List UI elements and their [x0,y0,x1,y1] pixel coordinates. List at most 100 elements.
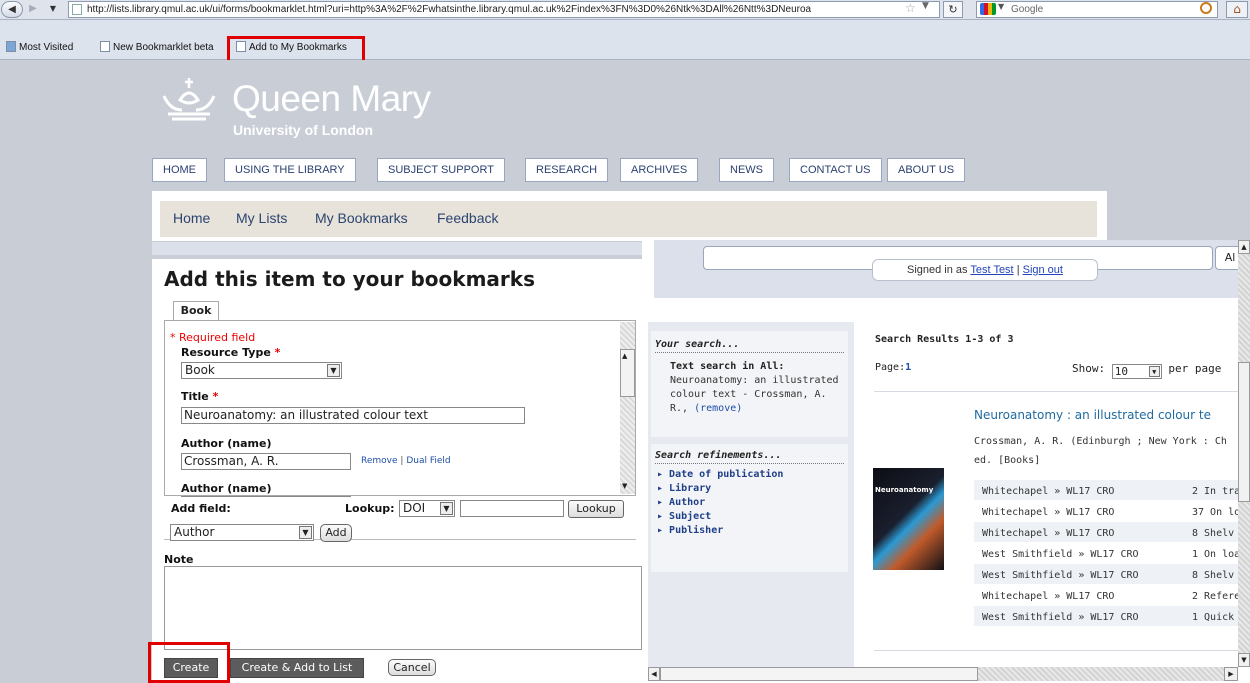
note-textarea[interactable] [164,566,642,650]
book-cover-image[interactable] [873,468,944,570]
scroll-right-arrow-icon[interactable]: ▶ [1224,667,1238,681]
page-size-select[interactable]: 10 ▼ [1111,364,1162,379]
nav-subject-support[interactable]: SUBJECT SUPPORT [377,158,505,182]
address-bar[interactable]: http://lists.library.qmul.ac.uk/ui/forms… [68,1,940,18]
bookmark-label: New Bookmarklet beta [113,42,214,53]
bookmark-most-visited[interactable]: Most Visited [6,41,73,53]
holding-location: West Smithfield » WL17 CRO [982,612,1139,623]
reload-button[interactable]: ↻ [943,1,963,18]
title-label: Title * [181,390,218,403]
title-input[interactable]: Neuroanatomy: an illustrated colour text [181,407,525,424]
result-title-link[interactable]: Neuroanatomy : an illustrated colour te [974,408,1211,422]
add-field-select[interactable]: Author ▼ [170,524,314,541]
logo-subtitle: University of London [233,122,373,138]
result-meta-line-1: Crossman, A. R. (Edinburgh ; New York : … [974,436,1227,447]
refinement-label: Publisher [669,525,724,536]
scroll-up-arrow-icon[interactable]: ▲ [1238,240,1250,254]
form-scroll-up-icon[interactable]: ▲ [622,352,627,360]
refinement-author[interactable]: ▸ Author [657,496,848,510]
your-search-heading: Your search... [655,339,844,353]
nav-news[interactable]: NEWS [719,158,774,182]
cancel-button[interactable]: Cancel [388,659,436,676]
search-refinements-box: Search refinements... ▸ Date of publicat… [651,444,848,572]
lists-nav-my-bookmarks[interactable]: My Bookmarks [315,210,408,226]
user-name-link[interactable]: Test Test [970,264,1013,276]
holding-location: Whitechapel » WL17 CRO [982,591,1115,602]
holdings-statuses: 2 In tra 37 On lo 8 Shelv 1 On loa 8 She… [1192,481,1238,628]
dual-field-link[interactable]: Dual Field [406,456,450,466]
scroll-left-arrow-icon[interactable]: ◀ [648,667,660,681]
horizontal-scroll-thumb[interactable] [660,667,978,681]
web-search-input[interactable]: Google [976,1,1218,18]
nav-contact-us[interactable]: CONTACT US [789,158,882,182]
lists-nav-my-lists[interactable]: My Lists [236,210,287,226]
forward-button[interactable]: ▶ [24,1,42,18]
qmul-crest-icon [162,78,216,121]
back-arrow-icon: ◀ [8,4,16,15]
add-field-button[interactable]: Add [320,524,352,542]
create-and-add-to-list-button[interactable]: Create & Add to List [230,658,364,678]
dialog-top-strip [152,242,642,256]
search-engine-label: Google [1011,4,1044,15]
page-icon [72,4,82,15]
nav-using-the-library[interactable]: USING THE LIBRARY [224,158,356,182]
author-links: Remove | Dual Field [361,456,451,466]
nav-archives[interactable]: ARCHIVES [620,158,699,182]
home-button[interactable]: ⌂ [1226,1,1248,18]
link-separator: | [400,456,404,466]
holding-status: 8 Shelv [1192,570,1235,581]
resource-type-label: Resource Type * [181,346,280,359]
remove-search-link[interactable]: (remove) [694,403,742,414]
google-logo-icon[interactable] [980,3,996,15]
refinement-library[interactable]: ▸ Library [657,482,848,496]
bookmark-new-bookmarklet-beta[interactable]: New Bookmarklet beta [100,41,214,53]
lookup-input[interactable] [460,500,564,517]
holding-status: 1 Quick [1192,612,1235,623]
search-engine-dropdown-icon[interactable]: ▼ [998,2,1004,11]
back-button[interactable]: ◀ [1,1,23,18]
holding-location: West Smithfield » WL17 CRO [982,570,1139,581]
show-label: Show: [1072,362,1106,375]
history-dropdown[interactable]: ▼ [44,1,62,18]
author-input-2[interactable] [181,496,351,497]
chevron-down-icon: ▼ [299,526,312,539]
chevron-down-icon: ▼ [440,502,453,515]
lookup-type-select[interactable]: DOI ▼ [399,500,455,517]
per-page-label: per page [1168,362,1222,375]
remove-author-link[interactable]: Remove [361,456,398,466]
select-value: DOI [403,501,426,515]
refinements-heading: Search refinements... [655,450,844,464]
required-star: * [274,346,281,359]
page-number-link[interactable]: 1 [905,362,911,373]
author-input[interactable]: Crossman, A. R. [181,453,351,470]
dialog-title: Add this item to your bookmarks [164,267,535,291]
nav-about-us[interactable]: ABOUT US [887,158,966,182]
scroll-down-arrow-icon[interactable]: ▼ [1238,653,1250,667]
refinement-publisher[interactable]: ▸ Publisher [657,524,848,538]
lists-nav-feedback[interactable]: Feedback [437,210,498,226]
note-label: Note [164,553,194,566]
form-scrollbar[interactable] [620,322,635,494]
lookup-button[interactable]: Lookup [568,500,624,518]
resource-type-select[interactable]: Book ▼ [181,362,342,379]
url-dropdown-icon[interactable]: ▼ [922,1,929,11]
add-field-label: Add field: [171,502,231,515]
holdings-locations: Whitechapel » WL17 CRO Whitechapel » WL1… [982,481,1139,628]
refinement-subject[interactable]: ▸ Subject [657,510,848,524]
refinement-date-of-publication[interactable]: ▸ Date of publication [657,468,848,482]
pagination: Page:1 [875,362,911,373]
nav-research[interactable]: RESEARCH [525,158,609,182]
form-scroll-down-icon[interactable]: ▼ [622,482,627,490]
search-icon[interactable] [1200,2,1212,14]
vertical-scroll-thumb[interactable] [1238,362,1250,502]
signed-in-badge: Signed in as Test Test | Sign out [872,259,1098,281]
chevron-down-icon: ▼ [1148,366,1160,377]
required-star: * [212,390,219,403]
lists-nav-home[interactable]: Home [173,210,210,226]
nav-home[interactable]: HOME [152,158,207,182]
refinement-label: Library [669,483,712,494]
tab-book[interactable]: Book [173,301,219,321]
star-icon[interactable]: ☆ [905,1,916,15]
sign-out-link[interactable]: Sign out [1023,264,1063,276]
holding-status: 37 On lo [1192,507,1238,518]
